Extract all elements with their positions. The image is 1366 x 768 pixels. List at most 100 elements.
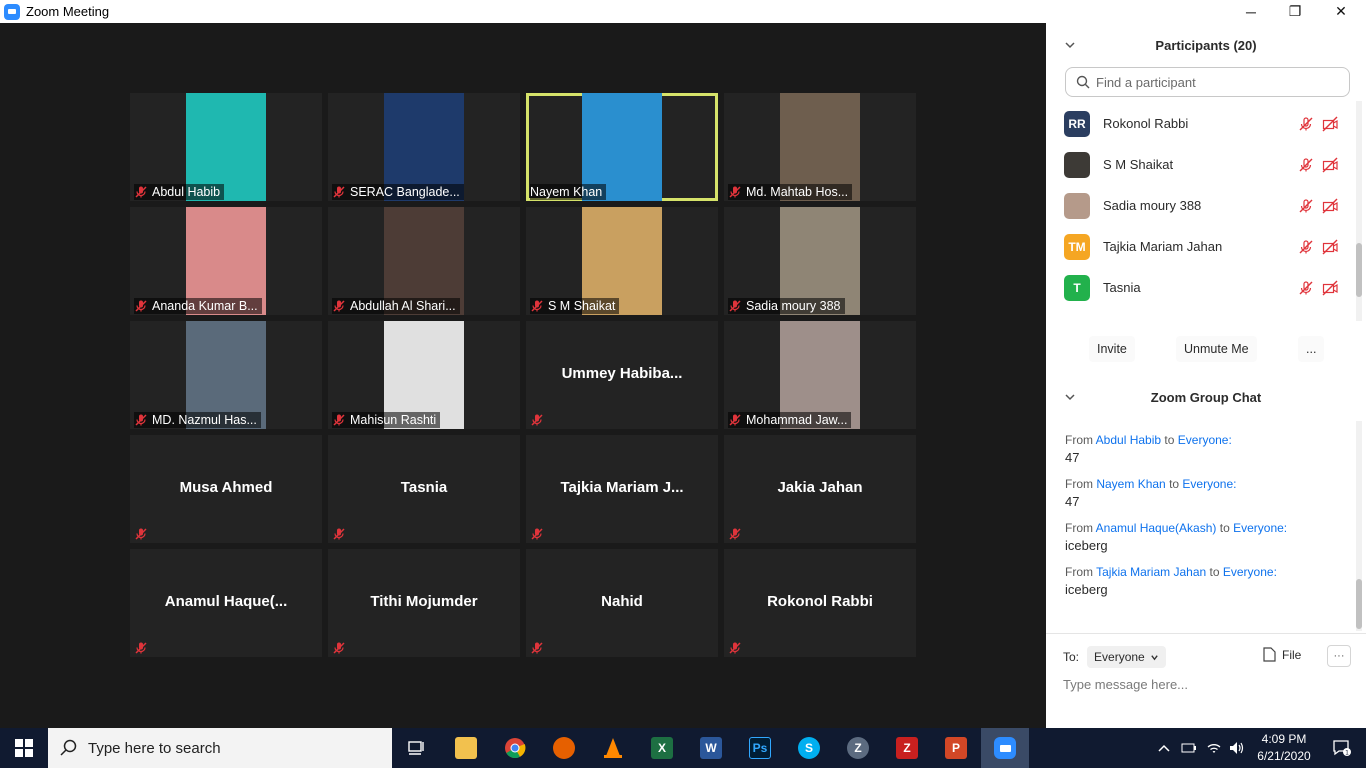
participant-scroll-thumb[interactable] xyxy=(1356,243,1362,297)
tile-name: Abdul Habib xyxy=(152,185,221,199)
unmute-me-button[interactable]: Unmute Me xyxy=(1176,336,1257,362)
tile-name: Mohammad Jaw... xyxy=(746,413,848,427)
minimize-button[interactable]: ─ xyxy=(1228,0,1274,23)
mic-muted-icon xyxy=(530,299,544,313)
photoshop-app[interactable]: Ps xyxy=(736,728,784,768)
mic-muted-icon xyxy=(1299,280,1313,294)
invite-button[interactable]: Invite xyxy=(1089,336,1135,362)
zoom-it-app[interactable]: Z xyxy=(834,728,882,768)
participant-row[interactable]: Sadia moury 388 xyxy=(1046,185,1356,226)
maximize-button[interactable]: ❐ xyxy=(1272,0,1318,23)
close-button[interactable]: ✕ xyxy=(1318,0,1364,23)
mic-muted-icon xyxy=(1299,116,1313,130)
participant-tile[interactable]: Jakia Jahan xyxy=(724,435,916,543)
participant-search[interactable] xyxy=(1065,67,1350,97)
skype-app[interactable]: S xyxy=(785,728,833,768)
mic-muted-icon xyxy=(134,413,148,427)
chat-recipient[interactable]: Everyone: xyxy=(1233,521,1287,535)
participant-tile[interactable]: Ummey Habiba... xyxy=(526,321,718,429)
chat-messages: From Abdul Habib to Everyone: 47 From Naye… xyxy=(1046,433,1356,633)
mic-muted-icon xyxy=(134,185,148,199)
chat-recipient[interactable]: Everyone: xyxy=(1182,477,1236,491)
file-explorer-app[interactable] xyxy=(442,728,490,768)
winrar-icon: Z xyxy=(896,737,918,759)
zoom-app-icon xyxy=(4,3,20,20)
battery-tray[interactable] xyxy=(1178,728,1200,768)
powerpoint-app[interactable]: P xyxy=(932,728,980,768)
chevron-down-icon[interactable] xyxy=(1064,391,1076,403)
participant-tile[interactable]: Nahid xyxy=(526,549,718,657)
windows-logo-icon xyxy=(15,739,33,757)
action-center-button[interactable]: 1 xyxy=(1318,728,1366,768)
participant-row[interactable]: TM Tajkia Mariam Jahan xyxy=(1046,226,1356,267)
chevron-down-icon[interactable] xyxy=(1064,39,1076,51)
recipient-select[interactable]: Everyone xyxy=(1087,646,1166,668)
chat-header[interactable]: Zoom Group Chat xyxy=(1046,381,1366,413)
participant-scrollbar[interactable] xyxy=(1356,101,1362,321)
zoom-app[interactable] xyxy=(981,728,1029,768)
participant-tile[interactable]: Musa Ahmed xyxy=(130,435,322,543)
participant-tile[interactable]: Ananda Kumar B... xyxy=(130,207,322,315)
tile-name: Rokonol Rabbi xyxy=(767,593,873,610)
avatar: TM xyxy=(1064,233,1090,260)
chat-sender[interactable]: Abdul Habib xyxy=(1096,433,1161,447)
chat-sender[interactable]: Anamul Haque(Akash) xyxy=(1096,521,1217,535)
participant-tile[interactable]: Tithi Mojumder xyxy=(328,549,520,657)
system-clock[interactable]: 4:09 PM 6/21/2020 xyxy=(1252,731,1316,765)
participant-tile[interactable]: Abdullah Al Shari... xyxy=(328,207,520,315)
task-view-button[interactable] xyxy=(392,728,440,768)
chat-scroll-thumb[interactable] xyxy=(1356,579,1362,629)
clock-time: 4:09 PM xyxy=(1261,732,1307,746)
participant-tile[interactable]: Sadia moury 388 xyxy=(724,207,916,315)
volume-tray[interactable] xyxy=(1226,728,1248,768)
participant-tile[interactable]: Md. Mahtab Hos... xyxy=(724,93,916,201)
tile-name: Abdullah Al Shari... xyxy=(350,299,456,313)
participants-header[interactable]: Participants (20) xyxy=(1046,29,1366,61)
participant-row[interactable]: T Tasnia xyxy=(1046,267,1356,308)
taskbar-search[interactable]: Type here to search xyxy=(48,728,392,768)
tile-name: Ummey Habiba... xyxy=(561,365,683,382)
firefox-app[interactable] xyxy=(540,728,588,768)
avatar xyxy=(1064,151,1090,178)
video-off-icon xyxy=(1322,280,1338,295)
tile-name: Nahid xyxy=(601,593,643,610)
excel-app[interactable]: X xyxy=(638,728,686,768)
chevron-down-icon xyxy=(1150,654,1158,660)
chat-recipient[interactable]: Everyone: xyxy=(1178,433,1232,447)
participant-search-input[interactable] xyxy=(1096,74,1336,90)
folder-icon xyxy=(455,737,477,759)
chat-recipient[interactable]: Everyone: xyxy=(1223,565,1277,579)
start-button[interactable] xyxy=(0,728,48,768)
chat-scrollbar[interactable] xyxy=(1356,421,1362,631)
participant-tile[interactable]: Mahisun Rashti xyxy=(328,321,520,429)
participant-tile[interactable]: Anamul Haque(... xyxy=(130,549,322,657)
participant-tile[interactable]: Tasnia xyxy=(328,435,520,543)
network-tray[interactable] xyxy=(1202,728,1226,768)
word-app[interactable]: W xyxy=(687,728,735,768)
participant-row[interactable]: S M Shaikat xyxy=(1046,144,1356,185)
participant-row[interactable]: RR Rokonol Rabbi xyxy=(1046,103,1356,144)
participant-name: Sadia moury 388 xyxy=(1103,198,1202,213)
more-options-button[interactable]: ... xyxy=(1298,336,1325,362)
participant-status xyxy=(1298,198,1338,214)
vlc-app[interactable] xyxy=(589,728,637,768)
participant-tile[interactable]: Nayem Khan xyxy=(526,93,718,201)
participant-tile[interactable]: SERAC Banglade... xyxy=(328,93,520,201)
participant-tile[interactable]: Tajkia Mariam J... xyxy=(526,435,718,543)
chat-more-button[interactable]: ··· xyxy=(1327,645,1351,667)
participant-tile[interactable]: S M Shaikat xyxy=(526,207,718,315)
mic-muted-icon xyxy=(1299,157,1313,171)
taskbar-search-placeholder: Type here to search xyxy=(88,739,221,757)
chat-message-input[interactable] xyxy=(1063,677,1353,692)
show-hidden-icons[interactable] xyxy=(1152,728,1176,768)
participant-tile[interactable]: MD. Nazmul Has... xyxy=(130,321,322,429)
chat-sender[interactable]: Nayem Khan xyxy=(1096,477,1165,491)
mic-muted-icon xyxy=(728,527,742,541)
chrome-app[interactable] xyxy=(491,728,539,768)
participant-tile[interactable]: Mohammad Jaw... xyxy=(724,321,916,429)
chat-sender[interactable]: Tajkia Mariam Jahan xyxy=(1096,565,1206,579)
participant-tile[interactable]: Rokonol Rabbi xyxy=(724,549,916,657)
winrar-app[interactable]: Z xyxy=(883,728,931,768)
file-button[interactable]: File xyxy=(1263,647,1301,662)
participant-tile[interactable]: Abdul Habib xyxy=(130,93,322,201)
